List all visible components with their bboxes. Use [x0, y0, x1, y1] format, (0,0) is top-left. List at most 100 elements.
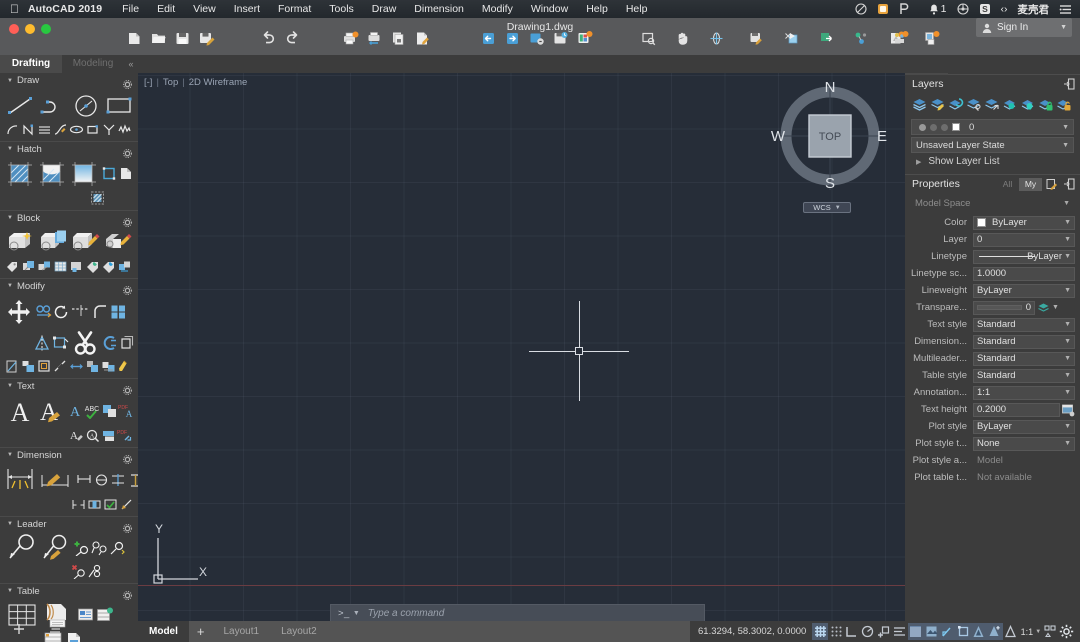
join-icon[interactable]: [100, 335, 118, 352]
chevron-down-icon[interactable]: ▼: [1062, 124, 1069, 131]
annotation-scale-icon[interactable]: [1003, 623, 1019, 640]
palette-section-text-header[interactable]: ▼ Text: [0, 378, 138, 395]
edit-block-icon[interactable]: [70, 227, 103, 258]
multiline-icon[interactable]: [36, 121, 52, 137]
mirror-icon[interactable]: [34, 335, 52, 352]
chevron-down-icon[interactable]: ▼: [1060, 24, 1067, 31]
zoom-window-icon[interactable]: [640, 30, 657, 47]
sun-icon[interactable]: [930, 123, 937, 131]
current-layer-selector[interactable]: 0 ▼: [911, 119, 1074, 135]
export-pdf-icon[interactable]: [528, 30, 545, 47]
hatch-icon[interactable]: [4, 158, 36, 189]
layout-tab-layout1[interactable]: Layout1: [212, 621, 270, 642]
menu-modify[interactable]: Modify: [473, 3, 522, 15]
dimension-break-icon[interactable]: [70, 496, 86, 512]
undo-icon[interactable]: [260, 30, 277, 47]
snipaste-icon[interactable]: S: [974, 3, 996, 15]
multileader-icon[interactable]: [4, 533, 38, 563]
add-leader-icon[interactable]: [72, 540, 90, 557]
text-style-icon[interactable]: A: [67, 403, 84, 420]
lineweight-icon[interactable]: [907, 623, 924, 640]
palette-section-draw-header[interactable]: ▼ Draw: [0, 73, 138, 89]
layer-unisolate-icon[interactable]: [983, 96, 1000, 113]
gear-icon[interactable]: [1059, 623, 1075, 640]
oblique-icon[interactable]: [118, 496, 134, 512]
publish-icon[interactable]: [414, 30, 431, 47]
detach-panel-icon[interactable]: [1063, 178, 1075, 190]
menu-help[interactable]: Help: [577, 3, 617, 15]
layer-isolate-icon[interactable]: [965, 96, 982, 113]
write-block-icon[interactable]: [783, 30, 800, 47]
property-value-lineweight[interactable]: ByLayer ▼: [973, 283, 1075, 298]
chevron-down-icon[interactable]: ▼: [1064, 440, 1071, 447]
sync-attributes-icon[interactable]: [116, 258, 132, 274]
property-value-plot-style[interactable]: ByLayer ▼: [973, 419, 1075, 434]
notification-icon[interactable]: 1: [924, 3, 952, 15]
jogged-dimension-icon[interactable]: [127, 472, 138, 488]
chevron-down-icon[interactable]: ▼: [1052, 304, 1059, 311]
property-value-dimension-style[interactable]: Standard ▼: [973, 334, 1075, 349]
revision-cloud-icon[interactable]: [116, 121, 132, 137]
chevron-down-icon[interactable]: ▼: [1063, 200, 1070, 207]
layer-previous-icon[interactable]: [947, 96, 964, 113]
transparency-icon[interactable]: [923, 623, 940, 640]
tab-drafting[interactable]: Drafting: [0, 55, 62, 73]
menu-draw[interactable]: Draw: [363, 3, 406, 15]
pocket-icon[interactable]: [894, 3, 914, 15]
linear-dimension-icon[interactable]: [4, 464, 38, 496]
selection-cycling-icon[interactable]: [939, 623, 956, 640]
polyline-icon[interactable]: [37, 90, 70, 121]
line-icon[interactable]: [4, 90, 37, 121]
viewport-control-minus[interactable]: [-]: [144, 77, 152, 88]
sign-in-button[interactable]: Sign In ▼: [976, 18, 1072, 37]
block-editor-icon[interactable]: [102, 227, 135, 258]
define-attribute-icon[interactable]: [4, 258, 20, 274]
find-replace-icon[interactable]: [101, 403, 118, 420]
new-layout-button[interactable]: +: [189, 621, 213, 642]
move-icon[interactable]: [4, 295, 34, 328]
properties-scope-selector[interactable]: Model Space ▼: [911, 196, 1074, 211]
menubar-app-name[interactable]: AutoCAD 2019: [28, 3, 102, 15]
property-value-text-height[interactable]: 0.2000: [973, 402, 1060, 417]
property-value-plot-style-table[interactable]: None ▼: [973, 436, 1075, 451]
plot-icon[interactable]: [342, 30, 359, 47]
chevron-down-icon[interactable]: ▼: [835, 205, 841, 211]
chevron-double-left-icon[interactable]: «: [124, 55, 138, 73]
dim-update-icon[interactable]: [102, 496, 118, 512]
design-center-icon[interactable]: [892, 30, 909, 47]
chamfer-icon[interactable]: [84, 358, 100, 374]
menu-edit[interactable]: Edit: [148, 3, 184, 15]
property-value-linetype-scale[interactable]: 1.0000: [973, 266, 1075, 281]
edit-attribute-icon[interactable]: [20, 258, 36, 274]
break-icon[interactable]: [52, 358, 68, 374]
baseline-dimension-icon[interactable]: [110, 472, 127, 488]
block-attribute-manager-icon[interactable]: [36, 258, 52, 274]
chevron-down-icon[interactable]: ▼: [1064, 236, 1071, 243]
text-height-settings-icon[interactable]: [1061, 403, 1075, 417]
layer-off-icon[interactable]: [1001, 96, 1018, 113]
property-value-table-style[interactable]: Standard ▼: [973, 368, 1075, 383]
chevron-down-icon[interactable]: ▼: [1064, 355, 1071, 362]
grid-display-icon[interactable]: [812, 623, 829, 640]
chevron-down-icon[interactable]: ▼: [1064, 372, 1071, 379]
chevron-down-icon[interactable]: ▼: [7, 521, 13, 527]
polar-tracking-icon[interactable]: [860, 623, 876, 640]
palette-section-block-header[interactable]: ▼ Block: [0, 210, 138, 227]
ortho-mode-icon[interactable]: [844, 623, 860, 640]
property-value-text-style[interactable]: Standard ▼: [973, 317, 1075, 332]
transparency-slider[interactable]: [977, 305, 1022, 310]
chevron-down-icon[interactable]: ▼: [7, 588, 13, 594]
chevron-down-icon[interactable]: ▼: [1064, 219, 1071, 226]
sheet-set-icon[interactable]: [923, 30, 940, 47]
dimension-style-icon[interactable]: [38, 464, 76, 496]
menu-help-secondary[interactable]: Help: [617, 3, 657, 15]
chevron-down-icon[interactable]: ▼: [1064, 423, 1071, 430]
stretch-icon[interactable]: [52, 335, 70, 352]
gear-icon[interactable]: [123, 145, 132, 158]
chevron-down-icon[interactable]: ▼: [7, 215, 13, 221]
attribute-table-icon[interactable]: [52, 258, 68, 274]
gear-icon[interactable]: [123, 382, 132, 395]
orbit-icon[interactable]: [708, 30, 725, 47]
gear-icon[interactable]: [123, 76, 132, 89]
diameter-dimension-icon[interactable]: [93, 472, 110, 488]
